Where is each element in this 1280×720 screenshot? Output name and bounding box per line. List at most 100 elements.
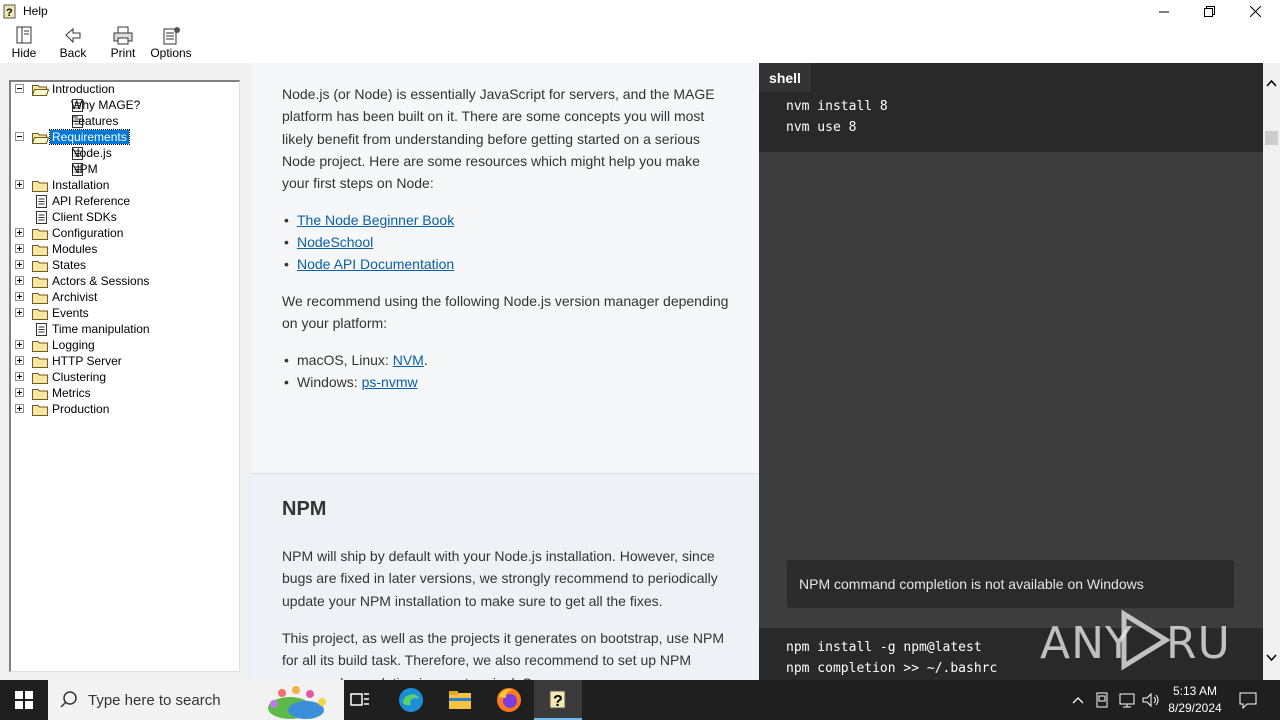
options-button[interactable]: Options bbox=[150, 26, 192, 62]
restore-icon bbox=[1203, 6, 1215, 17]
svg-text:?: ? bbox=[553, 693, 563, 710]
tree-item[interactable]: Why MAGE? bbox=[11, 97, 236, 113]
taskbar-search-box[interactable]: Type here to search bbox=[48, 680, 344, 720]
expand-icon[interactable] bbox=[15, 180, 24, 189]
paragraph-line: update your NPM installation to make sur… bbox=[282, 592, 663, 609]
expand-icon[interactable] bbox=[15, 276, 24, 285]
tree-item[interactable]: Archivist bbox=[11, 289, 236, 305]
scroll-down-icon[interactable] bbox=[1266, 654, 1277, 662]
tree-item[interactable]: NPM bbox=[11, 161, 236, 177]
file-explorer-taskbar-button[interactable] bbox=[436, 680, 484, 720]
tree-item[interactable]: Logging bbox=[11, 337, 236, 353]
edge-taskbar-button[interactable] bbox=[387, 680, 435, 720]
tree-item-label: Events bbox=[52, 306, 89, 320]
close-button[interactable] bbox=[1232, 0, 1278, 23]
notifications-button[interactable] bbox=[1236, 680, 1260, 720]
expand-icon[interactable] bbox=[15, 228, 24, 237]
start-button[interactable] bbox=[0, 680, 48, 720]
tray-device-button[interactable] bbox=[1092, 680, 1112, 720]
firefox-taskbar-button[interactable] bbox=[485, 680, 533, 720]
nvm-link[interactable]: NVM bbox=[393, 352, 424, 368]
paragraph-line: Node.js (or Node) is essentially JavaScr… bbox=[282, 86, 715, 102]
vertical-scrollbar[interactable] bbox=[1263, 63, 1280, 680]
expand-icon[interactable] bbox=[15, 372, 24, 381]
page-icon bbox=[36, 211, 47, 224]
tree-item[interactable]: Configuration bbox=[11, 225, 236, 241]
scroll-up-icon[interactable] bbox=[1266, 79, 1277, 87]
tree-item[interactable]: Actors & Sessions bbox=[11, 273, 236, 289]
restore-button[interactable] bbox=[1186, 0, 1232, 23]
expand-icon[interactable] bbox=[15, 404, 24, 413]
minimize-button[interactable] bbox=[1141, 0, 1187, 23]
list-item: • macOS, Linux: NVM. bbox=[284, 352, 428, 368]
tree-item-label: API Reference bbox=[52, 194, 131, 208]
taskbar-clock[interactable]: 5:13 AM 8/29/2024 bbox=[1160, 683, 1230, 717]
paragraph-line: We recommend using the following Node.js… bbox=[282, 293, 729, 309]
help-taskbar-button[interactable]: ? bbox=[534, 680, 582, 720]
tree-item[interactable]: States bbox=[11, 257, 236, 273]
back-label: Back bbox=[59, 46, 87, 60]
file-explorer-icon bbox=[449, 691, 471, 709]
nodeschool-link[interactable]: NodeSchool bbox=[297, 234, 373, 250]
folder-icon bbox=[32, 341, 48, 352]
nodejs-section: Node.js (or Node) is essentially JavaScr… bbox=[252, 63, 759, 474]
expand-icon[interactable] bbox=[15, 244, 24, 253]
tree-item[interactable]: Production bbox=[11, 401, 236, 417]
search-icon bbox=[60, 691, 77, 708]
tree-item[interactable]: API Reference bbox=[11, 193, 236, 209]
content-pane[interactable]: Node.js (or Node) is essentially JavaScr… bbox=[252, 63, 759, 680]
expand-icon[interactable] bbox=[15, 292, 24, 301]
expand-icon[interactable] bbox=[15, 308, 24, 317]
code-line: npm completion >> ~/.bashrc bbox=[786, 661, 998, 676]
tree-item[interactable]: Installation bbox=[11, 177, 236, 193]
folder-icon bbox=[32, 309, 48, 320]
tree-item[interactable]: Introduction bbox=[11, 81, 236, 97]
folder-icon bbox=[32, 373, 48, 384]
tree-item[interactable]: Metrics bbox=[11, 385, 236, 401]
hide-icon bbox=[16, 26, 32, 44]
platform-suffix: . bbox=[423, 352, 428, 368]
tree-item-label: Why MAGE? bbox=[71, 98, 141, 112]
network-button[interactable] bbox=[1116, 680, 1138, 720]
expand-icon[interactable] bbox=[15, 340, 24, 349]
open-folder-icon bbox=[32, 133, 49, 144]
task-view-button[interactable] bbox=[336, 680, 384, 720]
folder-icon bbox=[32, 245, 48, 256]
tree-item[interactable]: Modules bbox=[11, 241, 236, 257]
node-api-docs-link[interactable]: Node API Documentation bbox=[297, 256, 454, 272]
svg-text:ANY: ANY bbox=[1040, 618, 1133, 669]
paragraph-line: NPM will ship by default with your Node.… bbox=[282, 548, 715, 564]
tree-item[interactable]: Events bbox=[11, 305, 236, 321]
expand-icon[interactable] bbox=[15, 356, 24, 365]
platform-label: Windows: bbox=[297, 374, 362, 390]
print-button[interactable]: Print bbox=[108, 26, 138, 62]
scrollbar-thumb[interactable] bbox=[1265, 131, 1278, 145]
tab-shell[interactable]: shell bbox=[759, 63, 811, 92]
tree-item[interactable]: Features bbox=[11, 113, 236, 129]
show-hidden-icons-button[interactable] bbox=[1068, 680, 1088, 720]
tree-item[interactable]: Requirements bbox=[11, 129, 236, 145]
ps-nvmw-link[interactable]: ps-nvmw bbox=[362, 374, 418, 390]
tree-item-label: Logging bbox=[52, 338, 95, 352]
expand-icon[interactable] bbox=[15, 260, 24, 269]
folder-icon bbox=[32, 357, 48, 368]
npm-completion-paragraph: This project, as well as the projects it… bbox=[282, 627, 737, 680]
tree-item[interactable]: Time manipulation bbox=[11, 321, 236, 337]
windows-logo-icon bbox=[15, 691, 33, 709]
tree-item[interactable]: HTTP Server bbox=[11, 353, 236, 369]
back-button[interactable]: Back bbox=[58, 26, 88, 62]
tree-item-label: Node.js bbox=[71, 146, 112, 160]
node-beginner-book-link[interactable]: The Node Beginner Book bbox=[297, 212, 454, 228]
collapse-icon[interactable] bbox=[15, 132, 24, 141]
collapse-icon[interactable] bbox=[15, 84, 24, 93]
volume-button[interactable] bbox=[1140, 680, 1162, 720]
tree-item[interactable]: Clustering bbox=[11, 369, 236, 385]
contents-tree[interactable]: Introduction Why MAGE? Features Requirement… bbox=[9, 80, 240, 672]
expand-icon[interactable] bbox=[15, 388, 24, 397]
taskbar: Type here to search ? 5:13 AM 8/29/2024 bbox=[0, 680, 1280, 720]
tree-item[interactable]: Node.js bbox=[11, 145, 236, 161]
paragraph-line: likely benefit from understanding before… bbox=[282, 130, 700, 147]
list-item: • The Node Beginner Book bbox=[284, 212, 455, 228]
hide-button[interactable]: Hide bbox=[9, 26, 39, 62]
tree-item[interactable]: Client SDKs bbox=[11, 209, 236, 225]
